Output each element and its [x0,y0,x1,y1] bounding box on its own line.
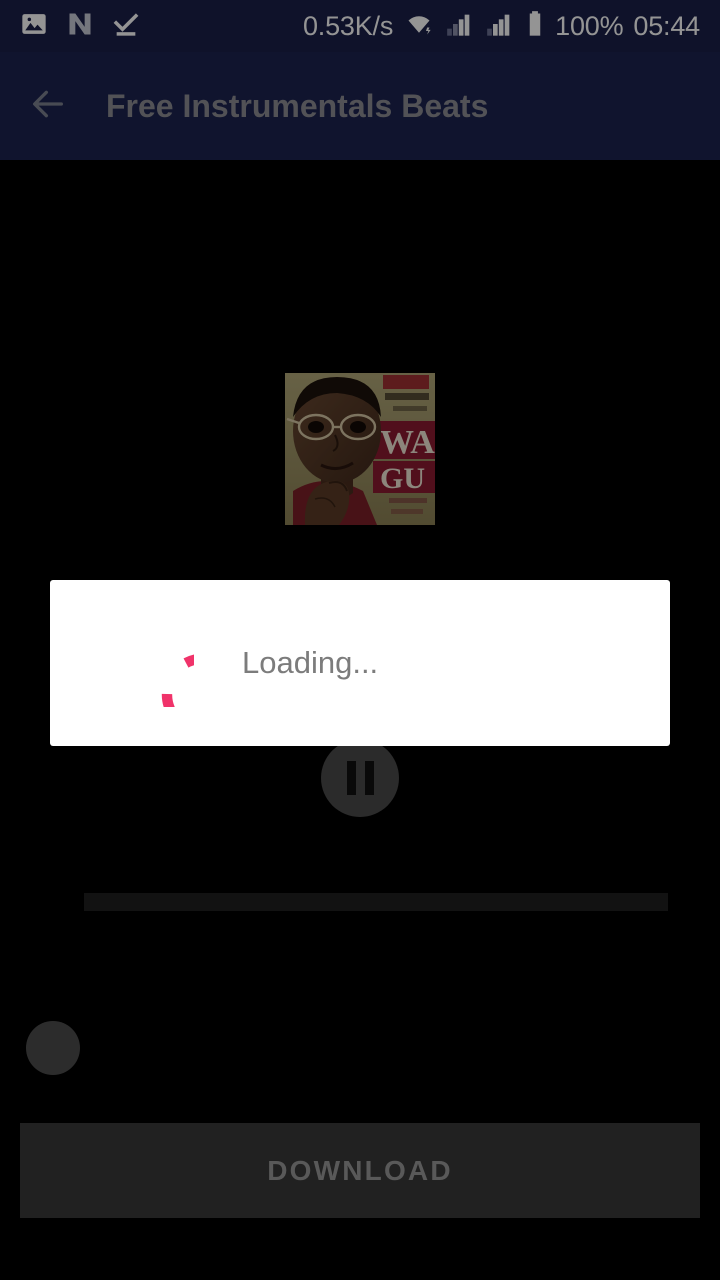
loading-message: Loading... [242,645,379,680]
play-pause-button[interactable] [321,739,399,817]
image-icon [20,10,48,43]
seek-bar[interactable] [0,860,720,940]
signal-bars-icon [445,10,475,43]
svg-text:WA: WA [380,424,435,461]
status-bar-right-cluster: 0.53K/s 100% 05:44 [303,10,700,43]
download-button[interactable]: DOWNLOAD [20,1123,700,1218]
battery-percent: 100% [555,10,624,41]
network-speed: 0.53K/s [302,10,394,41]
status-bar-left-icons [20,10,140,43]
check-download-icon [112,10,140,43]
seek-thumb[interactable] [26,1021,80,1075]
battery-full-icon [525,10,545,43]
back-button[interactable] [0,52,96,160]
arrow-back-icon [25,84,71,129]
pause-bar-right [364,761,374,795]
page-title: Free Instrumentals Beats [106,87,489,124]
album-art: WA GU [285,373,435,525]
wifi-icon [403,10,435,43]
svg-text:GU: GU [380,462,425,495]
loading-dialog: Loading... [50,580,670,746]
pause-bar-left [346,761,356,795]
app-screen: 0.53K/s 100% 05:44 Free Instrumentals Be… [0,0,720,1280]
clock: 05:44 [633,10,700,41]
app-bar: Free Instrumentals Beats [0,52,720,160]
seek-track[interactable] [84,893,668,911]
pause-icon [346,761,374,795]
loading-spinner-icon [106,619,245,736]
nova-n-icon [66,10,94,43]
status-bar: 0.53K/s 100% 05:44 [0,0,720,52]
signal-bars-icon [485,10,515,43]
download-button-label: DOWNLOAD [267,1154,453,1186]
